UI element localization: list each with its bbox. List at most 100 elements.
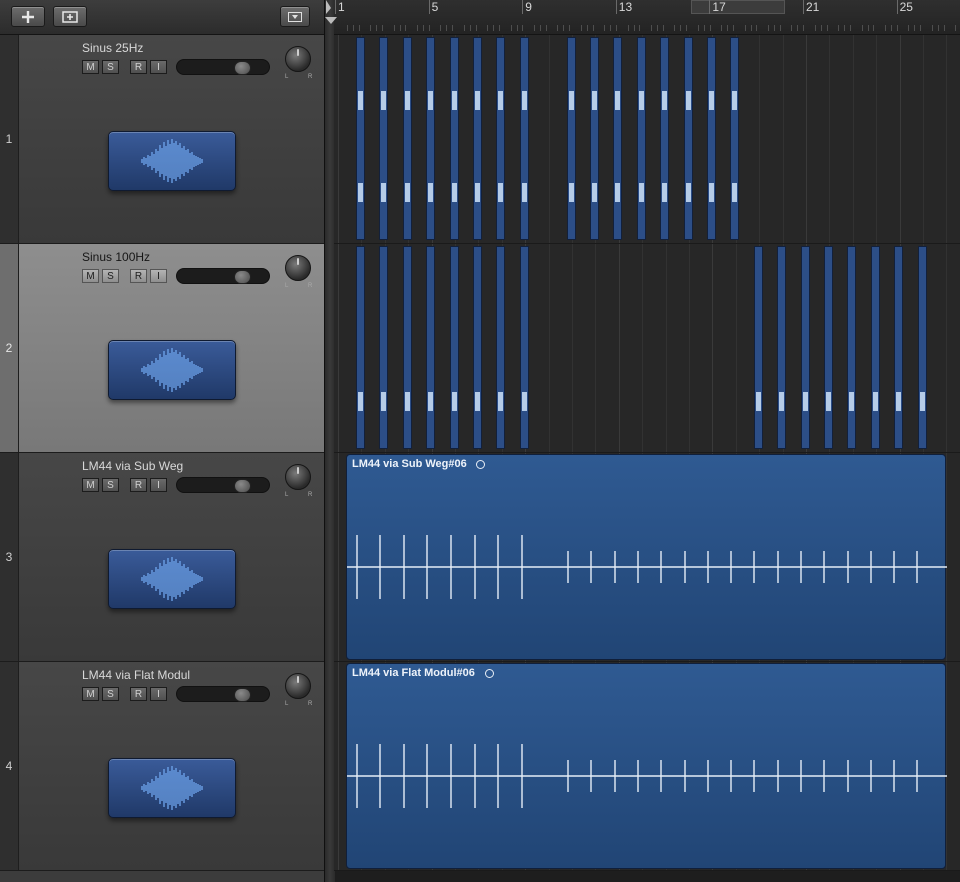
track-name[interactable]: LM44 via Sub Weg (82, 459, 183, 473)
audio-region[interactable] (449, 37, 459, 240)
beat-tick (908, 25, 910, 31)
track-header[interactable]: 1 Sinus 25Hz M S R I L R (0, 35, 324, 244)
volume-slider[interactable] (176, 59, 270, 75)
audio-region[interactable] (496, 37, 506, 240)
audio-region[interactable] (894, 246, 904, 449)
audio-region[interactable] (753, 246, 763, 449)
track-icon[interactable] (108, 340, 236, 400)
track-header[interactable]: 4 LM44 via Flat Modul M S R I L R (0, 662, 324, 871)
input-monitor-button[interactable]: I (150, 478, 167, 492)
audio-region[interactable] (449, 246, 459, 449)
track-icon[interactable] (108, 549, 236, 609)
volume-knob[interactable] (234, 270, 251, 284)
mute-button[interactable]: M (82, 269, 99, 283)
audio-region[interactable] (379, 37, 389, 240)
add-track-button[interactable] (11, 6, 45, 27)
audio-region[interactable] (613, 37, 623, 240)
region-waveform (475, 392, 480, 411)
track-name[interactable]: Sinus 25Hz (82, 41, 143, 55)
pan-knob[interactable] (285, 46, 311, 72)
input-monitor-button[interactable]: I (150, 269, 167, 283)
track-name[interactable]: Sinus 100Hz (82, 250, 150, 264)
audio-region[interactable] (496, 246, 506, 449)
audio-region[interactable] (356, 246, 365, 449)
track-lane[interactable] (334, 244, 960, 453)
mute-button[interactable]: M (82, 60, 99, 74)
volume-slider[interactable] (176, 686, 270, 702)
track-lane[interactable] (334, 35, 960, 244)
track-icon[interactable] (108, 758, 236, 818)
track-lane[interactable]: LM44 via Sub Weg#06 (334, 453, 960, 662)
audio-region[interactable] (426, 37, 436, 240)
bar-number: 25 (899, 0, 913, 14)
solo-button[interactable]: S (102, 60, 119, 74)
audio-region[interactable] (777, 246, 787, 449)
volume-knob[interactable] (234, 688, 251, 702)
record-enable-button[interactable]: R (130, 269, 147, 283)
pan-indicator (297, 467, 299, 474)
record-enable-button[interactable]: R (130, 687, 147, 701)
beat-tick (627, 25, 629, 31)
record-enable-button[interactable]: R (130, 60, 147, 74)
audio-region[interactable] (707, 37, 716, 240)
audio-region[interactable] (402, 37, 412, 240)
audio-region[interactable] (636, 37, 646, 240)
solo-button[interactable]: S (102, 269, 119, 283)
audio-region[interactable]: LM44 via Flat Modul#06 (346, 663, 947, 869)
audio-region[interactable] (402, 246, 412, 449)
region-waveform (451, 91, 457, 110)
solo-button[interactable]: S (102, 687, 119, 701)
bar-ruler[interactable]: 1 5 9 13 17 21 25 (325, 0, 960, 35)
track-stack-button[interactable] (53, 6, 87, 27)
audio-region[interactable] (473, 37, 482, 240)
track-header-body[interactable]: Sinus 25Hz M S R I L R (19, 35, 324, 243)
cycle-range[interactable] (691, 0, 785, 14)
input-monitor-button[interactable]: I (150, 687, 167, 701)
audio-region[interactable] (824, 246, 833, 449)
mute-button[interactable]: M (82, 687, 99, 701)
pan-knob[interactable] (285, 255, 311, 281)
audio-region[interactable]: LM44 via Sub Weg#06 (346, 454, 947, 660)
track-header-body[interactable]: LM44 via Sub Weg M S R I L R (19, 453, 324, 661)
audio-region[interactable] (519, 37, 529, 240)
audio-region[interactable] (519, 246, 529, 449)
volume-slider[interactable] (176, 477, 270, 493)
beat-tick (487, 25, 489, 31)
track-header[interactable]: 3 LM44 via Sub Weg M S R I L R (0, 453, 324, 662)
audio-region[interactable] (473, 246, 482, 449)
record-enable-button[interactable]: R (130, 478, 147, 492)
track-name[interactable]: LM44 via Flat Modul (82, 668, 190, 682)
track-icon[interactable] (108, 131, 236, 191)
input-monitor-button[interactable]: I (150, 60, 167, 74)
track-lane[interactable]: LM44 via Flat Modul#06 (334, 662, 960, 871)
beat-tick (475, 25, 477, 31)
audio-region[interactable] (379, 246, 389, 449)
grid-line (548, 35, 550, 243)
audio-region[interactable] (730, 37, 740, 240)
audio-region[interactable] (917, 246, 927, 449)
volume-slider[interactable] (176, 268, 270, 284)
audio-region[interactable] (660, 37, 670, 240)
beat-tick (721, 25, 723, 31)
audio-region[interactable] (870, 246, 880, 449)
audio-region[interactable] (356, 37, 365, 240)
solo-button[interactable]: S (102, 478, 119, 492)
track-options-button[interactable] (280, 6, 310, 27)
audio-region[interactable] (426, 246, 436, 449)
beat-tick (651, 25, 653, 31)
audio-region[interactable] (683, 37, 693, 240)
volume-knob[interactable] (234, 479, 251, 493)
pan-knob[interactable] (285, 673, 311, 699)
volume-knob[interactable] (234, 61, 251, 75)
audio-region[interactable] (590, 37, 599, 240)
track-header-body[interactable]: LM44 via Flat Modul M S R I L R (19, 662, 324, 870)
mute-button[interactable]: M (82, 478, 99, 492)
audio-region[interactable] (800, 246, 810, 449)
grid-line (338, 662, 339, 870)
region-waveform (919, 392, 925, 411)
audio-region[interactable] (847, 246, 857, 449)
track-header[interactable]: 2 Sinus 100Hz M S R I L R (0, 244, 324, 453)
pan-knob[interactable] (285, 464, 311, 490)
track-header-body[interactable]: Sinus 100Hz M S R I L R (19, 244, 324, 452)
audio-region[interactable] (566, 37, 576, 240)
